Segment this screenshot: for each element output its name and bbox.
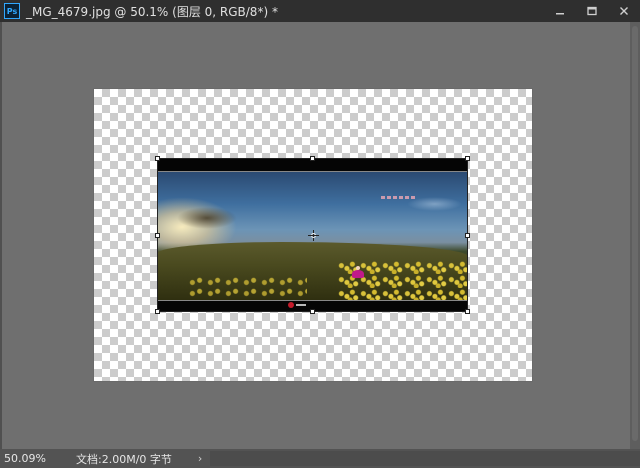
transform-handle-top[interactable] bbox=[310, 156, 315, 161]
transform-handle-bottom-left[interactable] bbox=[155, 309, 160, 314]
photo-seal-stamp bbox=[288, 302, 308, 308]
flowers bbox=[187, 277, 307, 299]
minimize-icon[interactable] bbox=[544, 0, 576, 22]
cloud bbox=[177, 207, 237, 229]
document-tab-bar: Ps _MG_4679.jpg @ 50.1% (图层 0, RGB/8*) * bbox=[0, 0, 640, 22]
vertical-scrollbar[interactable] bbox=[630, 22, 640, 449]
zoom-level-field[interactable]: 50.09% bbox=[4, 451, 50, 466]
maximize-icon[interactable] bbox=[576, 0, 608, 22]
transform-handle-right[interactable] bbox=[465, 233, 470, 238]
transform-reference-point-icon[interactable] bbox=[308, 230, 319, 241]
photo-caption-marks bbox=[381, 196, 417, 200]
status-bar-fill bbox=[210, 451, 640, 466]
close-icon[interactable] bbox=[608, 0, 640, 22]
window-controls bbox=[544, 0, 640, 22]
dress bbox=[352, 270, 364, 278]
red-seal bbox=[288, 302, 294, 308]
head bbox=[356, 266, 360, 270]
transform-handle-bottom[interactable] bbox=[310, 309, 315, 314]
transform-handle-top-right[interactable] bbox=[465, 156, 470, 161]
document-size-info: 文档:2.00M/0 字节 bbox=[76, 452, 172, 466]
document-title: _MG_4679.jpg @ 50.1% (图层 0, RGB/8*) * bbox=[26, 4, 278, 19]
photoshop-app-icon: Ps bbox=[4, 3, 20, 19]
girl-figure bbox=[352, 266, 364, 278]
status-bar: 50.09% 文档:2.00M/0 字节 › bbox=[0, 449, 640, 468]
transform-handle-bottom-right[interactable] bbox=[465, 309, 470, 314]
seal-text-mark bbox=[296, 304, 306, 306]
status-menu-arrow-icon[interactable]: › bbox=[198, 452, 202, 465]
transform-handle-left[interactable] bbox=[155, 233, 160, 238]
scrollbar-thumb[interactable] bbox=[632, 26, 638, 441]
transform-handle-top-left[interactable] bbox=[155, 156, 160, 161]
